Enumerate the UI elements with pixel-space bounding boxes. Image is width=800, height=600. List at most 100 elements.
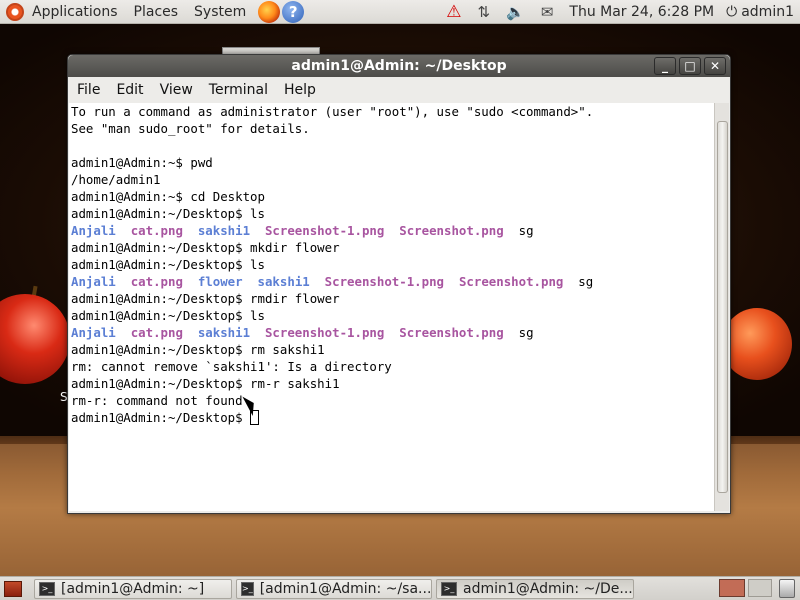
workspace-2[interactable] [748, 579, 772, 597]
terminal-text: admin1@Admin:~/Desktop$ [71, 410, 251, 425]
terminal-menubar: File Edit View Terminal Help [68, 77, 730, 103]
network-icon[interactable]: ⇅ [478, 3, 491, 21]
panel-tray: ⚠ ⇅ 🔈 ✉ Thu Mar 24, 6:28 PM ⏻ admin1 [438, 0, 800, 24]
ls-entry: Screenshot-1.png [264, 325, 385, 340]
terminal-text: admin1@Admin:~$ pwd [71, 155, 213, 170]
ubuntu-logo-icon[interactable] [6, 2, 24, 21]
ls-entry: Screenshot.png [399, 325, 504, 340]
taskbar-item-home[interactable]: >_ [admin1@Admin: ~] [34, 578, 232, 599]
terminal-text: admin1@Admin:~/Desktop$ rm-r sakshi1 [71, 376, 340, 391]
ls-entry: sakshi1 [197, 223, 251, 238]
ls-entry: sg [518, 223, 534, 238]
menu-terminal[interactable]: Terminal [209, 82, 268, 98]
applications-menu[interactable]: Applications [32, 4, 118, 20]
ls-entry: Anjali [71, 325, 116, 340]
terminal-text: admin1@Admin:~/Desktop$ rmdir flower [71, 291, 340, 306]
terminal-line: admin1@Admin:~$ cd Desktop [71, 188, 714, 205]
user-menu[interactable]: ⏻ admin1 [726, 4, 794, 20]
window-controls: _ □ ✕ [654, 57, 726, 75]
terminal-line: rm: cannot remove `sakshi1': Is a direct… [71, 358, 714, 375]
ls-entry: cat.png [130, 223, 183, 238]
terminal-line: See "man sudo_root" for details. [71, 120, 714, 137]
window-titlebar[interactable]: admin1@Admin: ~/Desktop _ □ ✕ [68, 55, 730, 77]
terminal-window: admin1@Admin: ~/Desktop _ □ ✕ File Edit … [67, 54, 731, 514]
ls-entry: sakshi1 [197, 325, 251, 340]
ls-entry: Screenshot-1.png [264, 223, 385, 238]
ls-entry: sg [518, 325, 534, 340]
ls-entry: Screenshot-1.png [324, 274, 445, 289]
mail-icon[interactable]: ✉ [541, 3, 554, 21]
terminal-output[interactable]: To run a command as administrator (user … [69, 103, 714, 511]
menu-edit[interactable]: Edit [116, 82, 143, 98]
ls-entry: Anjali [71, 223, 116, 238]
firefox-icon[interactable] [258, 0, 281, 23]
system-menu[interactable]: System [194, 4, 246, 20]
terminal-text: /home/admin1 [71, 172, 161, 187]
terminal-line: /home/admin1 [71, 171, 714, 188]
warning-icon[interactable]: ⚠ [446, 2, 461, 22]
ls-entry: sg [578, 274, 594, 289]
terminal-scrollbar[interactable] [714, 103, 729, 511]
ls-entry: Screenshot.png [458, 274, 564, 289]
terminal-line: Anjali cat.png sakshi1 Screenshot-1.png … [71, 222, 714, 239]
user-name[interactable]: admin1 [741, 4, 794, 20]
trash-icon[interactable] [779, 579, 795, 598]
help-icon[interactable]: ? [282, 0, 305, 23]
terminal-text: admin1@Admin:~/Desktop$ ls [71, 257, 265, 272]
terminal-line: admin1@Admin:~$ pwd [71, 154, 714, 171]
ls-entry: sakshi1 [257, 274, 310, 289]
top-panel: Applications Places System ? ⚠ ⇅ 🔈 ✉ Thu… [0, 0, 800, 24]
terminal-text: rm: cannot remove `sakshi1': Is a direct… [71, 359, 392, 374]
minimize-button[interactable]: _ [654, 57, 676, 75]
scrollbar-thumb[interactable] [717, 121, 728, 493]
bottom-panel: >_ [admin1@Admin: ~] >_ [admin1@Admin: ~… [0, 576, 800, 600]
terminal-text: admin1@Admin:~/Desktop$ rm sakshi1 [71, 342, 325, 357]
terminal-line: Anjali cat.png sakshi1 Screenshot-1.png … [71, 324, 714, 341]
terminal-line: admin1@Admin:~/Desktop$ mkdir flower [71, 239, 714, 256]
taskbar-label: [admin1@Admin: ~] [61, 580, 205, 597]
terminal-line: rm-r: command not found [71, 392, 714, 409]
apple-left-image [0, 294, 70, 384]
terminal-line: admin1@Admin:~/Desktop$ rm-r sakshi1 [71, 375, 714, 392]
menu-help[interactable]: Help [284, 82, 316, 98]
terminal-text: admin1@Admin:~/Desktop$ mkdir flower [71, 240, 340, 255]
terminal-text: See "man sudo_root" for details. [71, 121, 310, 136]
ls-entry: cat.png [130, 325, 183, 340]
terminal-line: Anjali cat.png flower sakshi1 Screenshot… [71, 273, 714, 290]
taskbar-label: admin1@Admin: ~/De... [463, 580, 633, 597]
ls-entry: Anjali [71, 274, 116, 289]
workspace-1[interactable] [719, 579, 745, 597]
terminal-line: admin1@Admin:~/Desktop$ rmdir flower [71, 290, 714, 307]
ls-entry: Screenshot.png [399, 223, 504, 238]
terminal-icon: >_ [241, 581, 254, 596]
window-title: admin1@Admin: ~/Desktop [291, 58, 507, 74]
apple-right-image [722, 308, 792, 380]
ls-entry: flower [197, 274, 243, 289]
terminal-line: admin1@Admin:~/Desktop$ ls [71, 205, 714, 222]
terminal-text: admin1@Admin:~/Desktop$ ls [71, 308, 265, 323]
close-button[interactable]: ✕ [704, 57, 726, 75]
taskbar-item-desktop[interactable]: >_ admin1@Admin: ~/De... [436, 578, 634, 599]
terminal-icon: >_ [39, 581, 55, 596]
taskbar-label: [admin1@Admin: ~/sa... [259, 580, 432, 597]
terminal-text: To run a command as administrator (user … [71, 104, 594, 119]
terminal-line: admin1@Admin:~/Desktop$ ls [71, 307, 714, 324]
clock[interactable]: Thu Mar 24, 6:28 PM [569, 4, 714, 20]
terminal-text: admin1@Admin:~$ cd Desktop [71, 189, 265, 204]
terminal-line: admin1@Admin:~/Desktop$ [71, 409, 714, 426]
maximize-button[interactable]: □ [679, 57, 701, 75]
volume-icon[interactable]: 🔈 [506, 3, 525, 21]
menu-view[interactable]: View [160, 82, 193, 98]
terminal-text: admin1@Admin:~/Desktop$ ls [71, 206, 265, 221]
places-menu[interactable]: Places [134, 4, 179, 20]
terminal-icon: >_ [441, 581, 457, 596]
taskbar-item-sakshi[interactable]: >_ [admin1@Admin: ~/sa... [236, 578, 432, 599]
terminal-line: admin1@Admin:~/Desktop$ ls [71, 256, 714, 273]
menu-file[interactable]: File [77, 82, 100, 98]
power-icon[interactable]: ⏻ [726, 4, 737, 20]
terminal-text: rm-r: command not found [71, 393, 243, 408]
terminal-line: admin1@Admin:~/Desktop$ rm sakshi1 [71, 341, 714, 358]
show-desktop-icon[interactable] [4, 580, 22, 597]
terminal-line: To run a command as administrator (user … [71, 103, 714, 120]
